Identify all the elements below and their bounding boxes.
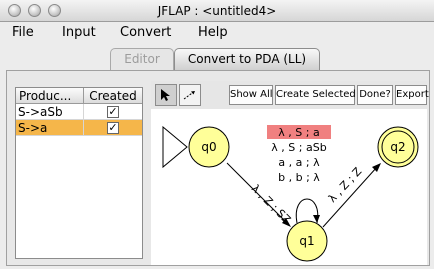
transition-label[interactable]: λ , S ; a: [278, 126, 319, 139]
menu-bar: File Input Convert Help: [0, 23, 434, 43]
transition-arrow-icon[interactable]: [179, 84, 201, 106]
column-header-production[interactable]: Produc...: [16, 88, 84, 103]
automaton-canvas[interactable]: λ , Z ; SZ λ , Z ; Z λ , S ; a λ , S ; a…: [151, 111, 427, 265]
transition-label[interactable]: λ , Z ; SZ: [249, 182, 294, 227]
transition-label[interactable]: a , a ; λ: [278, 156, 320, 169]
tab-bar: Editor Convert to PDA (LL): [0, 46, 434, 70]
state-label: q1: [299, 234, 314, 248]
transition-label[interactable]: λ , S ; aSb: [271, 141, 326, 154]
state-label: q2: [390, 140, 405, 154]
transition-label[interactable]: λ , Z ; Z: [326, 165, 365, 205]
initial-state-marker: [162, 125, 188, 169]
created-checkbox[interactable]: ✓: [107, 105, 119, 118]
production-cell: S->a: [16, 120, 84, 135]
menu-file[interactable]: File: [12, 25, 34, 40]
table-row[interactable]: S->a ✓: [16, 120, 142, 136]
menu-input[interactable]: Input: [62, 25, 96, 40]
created-cell: ✓: [84, 120, 142, 135]
production-cell: S->aSb: [16, 104, 84, 119]
editor-toolbar: Show All Create Selected Done? Export: [151, 81, 429, 109]
automaton-diagram: λ , Z ; SZ λ , Z ; Z λ , S ; a λ , S ; a…: [162, 125, 419, 262]
tab-convert-to-pda[interactable]: Convert to PDA (LL): [174, 48, 320, 70]
state-label: q0: [201, 140, 216, 154]
created-checkbox[interactable]: ✓: [107, 121, 119, 134]
title-bar: JFLAP : <untitled4>: [0, 0, 434, 22]
tab-content: Produc... Created S->aSb ✓ S->a ✓ Show A…: [6, 70, 430, 266]
productions-table: Produc... Created S->aSb ✓ S->a ✓: [15, 87, 143, 259]
export-button[interactable]: Export: [395, 85, 429, 105]
transition-label[interactable]: b , b ; λ: [278, 171, 320, 184]
show-all-button[interactable]: Show All: [229, 85, 273, 105]
menu-convert[interactable]: Convert: [120, 25, 171, 40]
self-loop-q1[interactable]: [295, 198, 319, 224]
tab-editor[interactable]: Editor: [110, 48, 174, 70]
column-header-created[interactable]: Created: [84, 88, 142, 103]
created-cell: ✓: [84, 104, 142, 119]
table-header: Produc... Created: [16, 88, 142, 104]
pda-editor-panel: Show All Create Selected Done? Export λ …: [151, 81, 429, 265]
arrow-pointer-icon[interactable]: [155, 84, 177, 106]
menu-help[interactable]: Help: [198, 25, 228, 40]
done-button[interactable]: Done?: [357, 85, 393, 105]
table-row[interactable]: S->aSb ✓: [16, 104, 142, 120]
window-title: JFLAP : <untitled4>: [157, 4, 277, 18]
create-selected-button[interactable]: Create Selected: [275, 85, 356, 105]
